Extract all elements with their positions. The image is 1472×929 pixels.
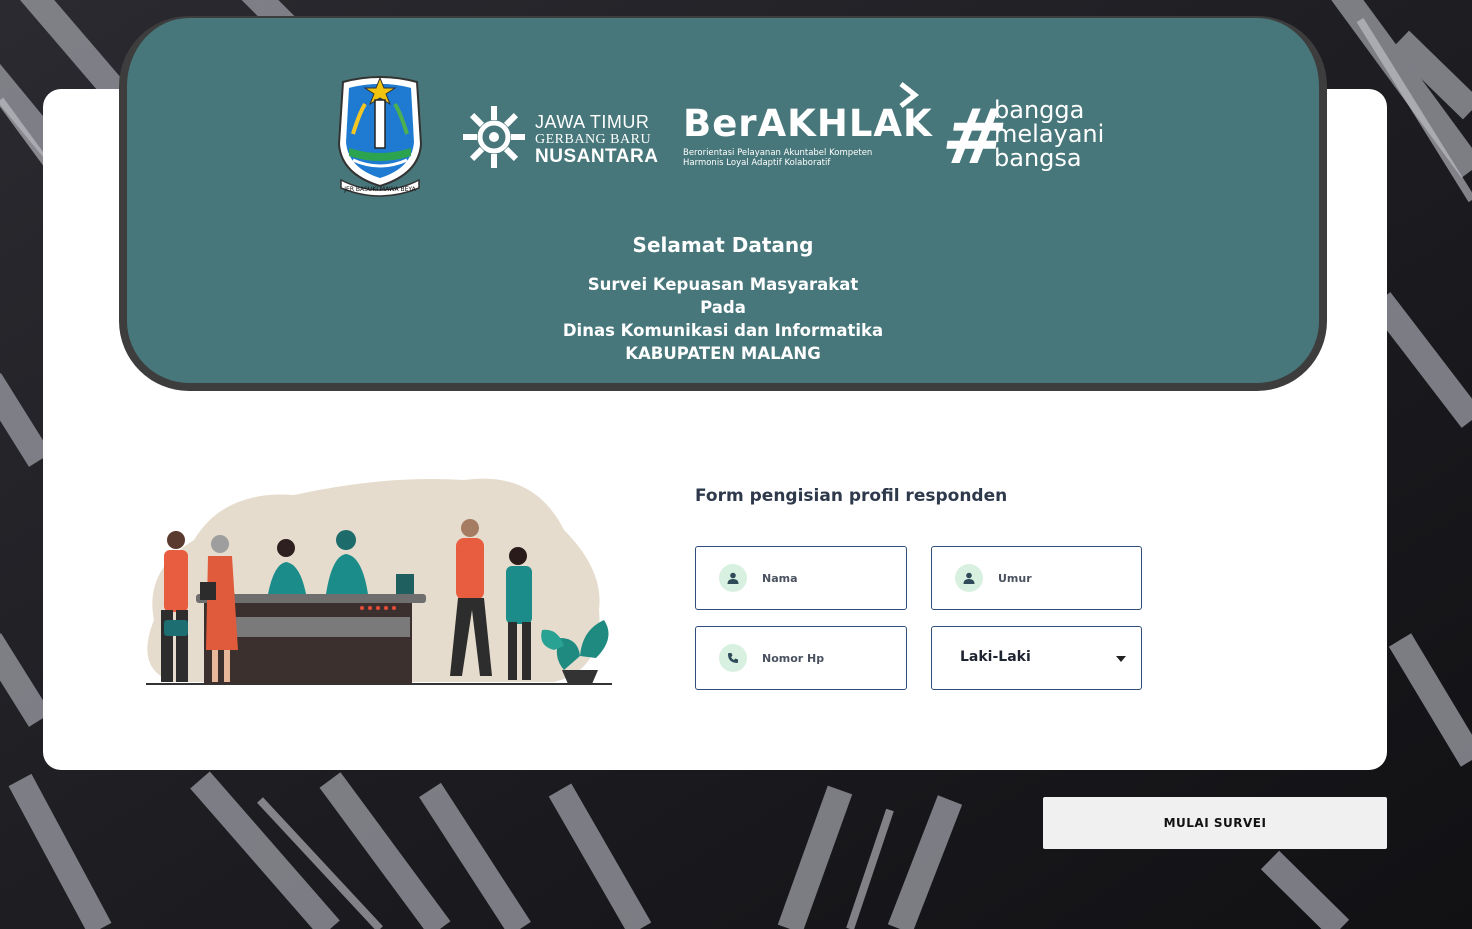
berakhlak-sub2: Harmonis Loyal Adaptif Kolaboratif	[683, 158, 831, 168]
gender-select[interactable]: Laki-Laki	[931, 626, 1142, 690]
form-title: Form pengisian profil responden	[695, 486, 1008, 506]
gender-selected-value: Laki-Laki	[960, 649, 1031, 665]
survey-description: Survei Kepuasan Masyarakat Pada Dinas Ko…	[127, 273, 1319, 365]
berakhlak-sub1: Berorientasi Pelayanan Akuntabel Kompete…	[683, 148, 873, 158]
phone-field[interactable]	[695, 626, 907, 690]
survey-line3: Dinas Komunikasi dan Informatika	[562, 321, 884, 340]
survey-line1: Survei Kepuasan Masyarakat	[587, 275, 859, 294]
jatim-line3: NUSANTARA	[535, 146, 659, 167]
berakhlak-title: BerAKHLAK	[683, 102, 933, 145]
nama-field[interactable]	[695, 546, 907, 610]
bangga-melayani-logo: # bangga melayani bangsa	[937, 92, 1123, 198]
bangga-line3: bangsa	[994, 144, 1082, 172]
jatim-logo: JAWA TIMUR GERBANG BARU NUSANTARA	[461, 104, 658, 174]
phone-icon	[719, 644, 747, 672]
seal-motto: JER BASUKI MAWA BEYA	[343, 186, 416, 193]
survey-line2: Pada	[700, 298, 746, 317]
chevron-down-icon[interactable]	[1116, 656, 1126, 662]
gear-emblem-icon	[463, 106, 525, 168]
umur-input[interactable]	[998, 565, 1128, 591]
kabupaten-seal-logo: JER BASUKI MAWA BEYA	[337, 76, 423, 197]
logo-row: JER BASUKI MAWA BEYA JAWA TIMUR GERBANG …	[127, 18, 1319, 218]
welcome-title: Selamat Datang	[632, 233, 814, 257]
service-desk-illustration	[146, 478, 612, 685]
welcome-header: JER BASUKI MAWA BEYA JAWA TIMUR GERBANG …	[119, 16, 1327, 391]
bangga-line1: bangga	[994, 96, 1085, 124]
umur-field[interactable]	[931, 546, 1142, 610]
bangga-line2: melayani	[994, 120, 1105, 148]
start-survey-button[interactable]: MULAI SURVEI	[1043, 797, 1387, 849]
survey-line4: KABUPATEN MALANG	[625, 344, 821, 363]
user-icon	[719, 564, 747, 592]
nama-input[interactable]	[762, 565, 892, 591]
phone-input[interactable]	[762, 645, 892, 671]
user-icon	[955, 564, 983, 592]
berakhlak-logo: BerAKHLAK Berorientasi Pelayanan Akuntab…	[683, 80, 932, 180]
jatim-line1: JAWA TIMUR	[535, 112, 650, 132]
